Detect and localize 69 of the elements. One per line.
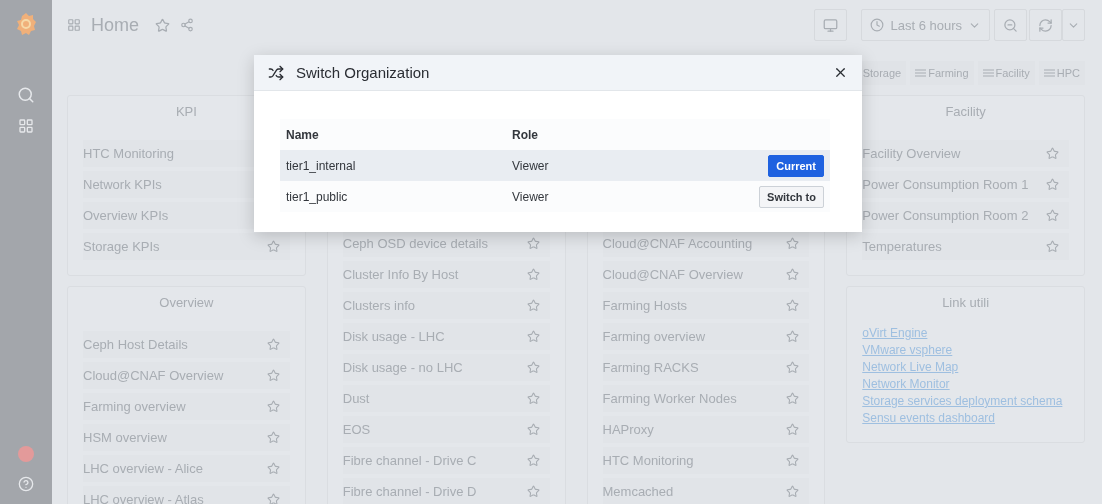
star-icon[interactable] <box>266 338 280 351</box>
star-icon[interactable] <box>786 485 800 498</box>
shuffle-icon <box>268 64 284 81</box>
star-icon[interactable] <box>526 299 540 312</box>
star-icon[interactable] <box>526 392 540 405</box>
column-header: Role <box>512 127 539 142</box>
column-header: Name <box>286 127 320 142</box>
star-icon[interactable] <box>526 237 540 250</box>
useful-link[interactable]: Network Live Map <box>862 359 959 376</box>
useful-link[interactable]: VMware vsphere <box>862 342 953 359</box>
star-icon[interactable] <box>786 237 800 250</box>
organization-role: Viewer <box>512 189 550 204</box>
star-icon[interactable] <box>526 485 540 498</box>
organization-role: Viewer <box>512 158 550 173</box>
avatar-icon[interactable] <box>18 446 34 462</box>
star-icon[interactable] <box>786 268 800 281</box>
panel-title: KPI <box>174 104 198 121</box>
panel-title: Facility <box>944 104 987 121</box>
refresh-interval-button[interactable] <box>1062 9 1085 41</box>
star-icon[interactable] <box>526 330 540 343</box>
star-icon[interactable] <box>526 268 540 281</box>
grid-icon[interactable] <box>18 118 34 134</box>
star-icon[interactable] <box>266 369 280 382</box>
star-icon[interactable] <box>266 431 280 444</box>
refresh-icon <box>1038 17 1053 33</box>
refresh-button[interactable] <box>1029 9 1062 41</box>
list-icon <box>982 68 994 77</box>
useful-link[interactable]: Sensu events dashboard <box>862 410 995 427</box>
star-icon[interactable] <box>266 462 280 475</box>
help-icon[interactable] <box>18 476 34 492</box>
star-icon[interactable] <box>526 361 540 374</box>
dashboard-title[interactable]: Home <box>91 14 139 36</box>
star-icon[interactable] <box>526 423 540 436</box>
star-icon[interactable] <box>786 299 800 312</box>
useful-link[interactable]: Network Monitor <box>862 376 950 393</box>
star-icon[interactable] <box>1046 240 1059 253</box>
list-icon <box>1043 68 1055 77</box>
star-icon[interactable] <box>266 400 280 413</box>
search-icon[interactable] <box>17 86 35 104</box>
star-icon[interactable] <box>786 454 800 467</box>
star-icon[interactable] <box>266 240 280 253</box>
modal-title: Switch Organization <box>296 64 431 81</box>
useful-link[interactable]: oVirt Engine <box>862 325 928 342</box>
panel-title: Link utili <box>941 295 991 312</box>
star-icon[interactable] <box>1046 178 1059 191</box>
current-button[interactable]: Current <box>768 154 824 177</box>
panel-title: Overview <box>158 295 215 312</box>
star-icon[interactable] <box>1046 209 1059 222</box>
zoom-out-button[interactable] <box>994 9 1027 41</box>
star-icon[interactable] <box>155 17 170 33</box>
star-icon[interactable] <box>786 361 800 374</box>
grid-icon <box>67 18 81 32</box>
useful-link[interactable]: Storage services deployment schema <box>862 393 1063 410</box>
star-icon[interactable] <box>786 423 800 436</box>
clock-icon <box>870 18 885 32</box>
star-icon[interactable] <box>1046 147 1059 160</box>
list-icon <box>915 68 927 77</box>
time-range-picker[interactable]: Last 6 hours <box>861 9 990 41</box>
switch-to-button[interactable]: Switch to <box>759 185 824 208</box>
zoom-out-icon <box>1003 17 1018 33</box>
star-icon[interactable] <box>786 392 800 405</box>
star-icon[interactable] <box>526 454 540 467</box>
share-icon[interactable] <box>180 18 194 32</box>
star-icon[interactable] <box>786 330 800 343</box>
tv-mode-button[interactable] <box>814 9 848 41</box>
close-button[interactable] <box>833 65 848 80</box>
logo-icon[interactable] <box>15 12 37 36</box>
monitor-icon <box>823 17 839 33</box>
star-icon[interactable] <box>266 493 280 504</box>
